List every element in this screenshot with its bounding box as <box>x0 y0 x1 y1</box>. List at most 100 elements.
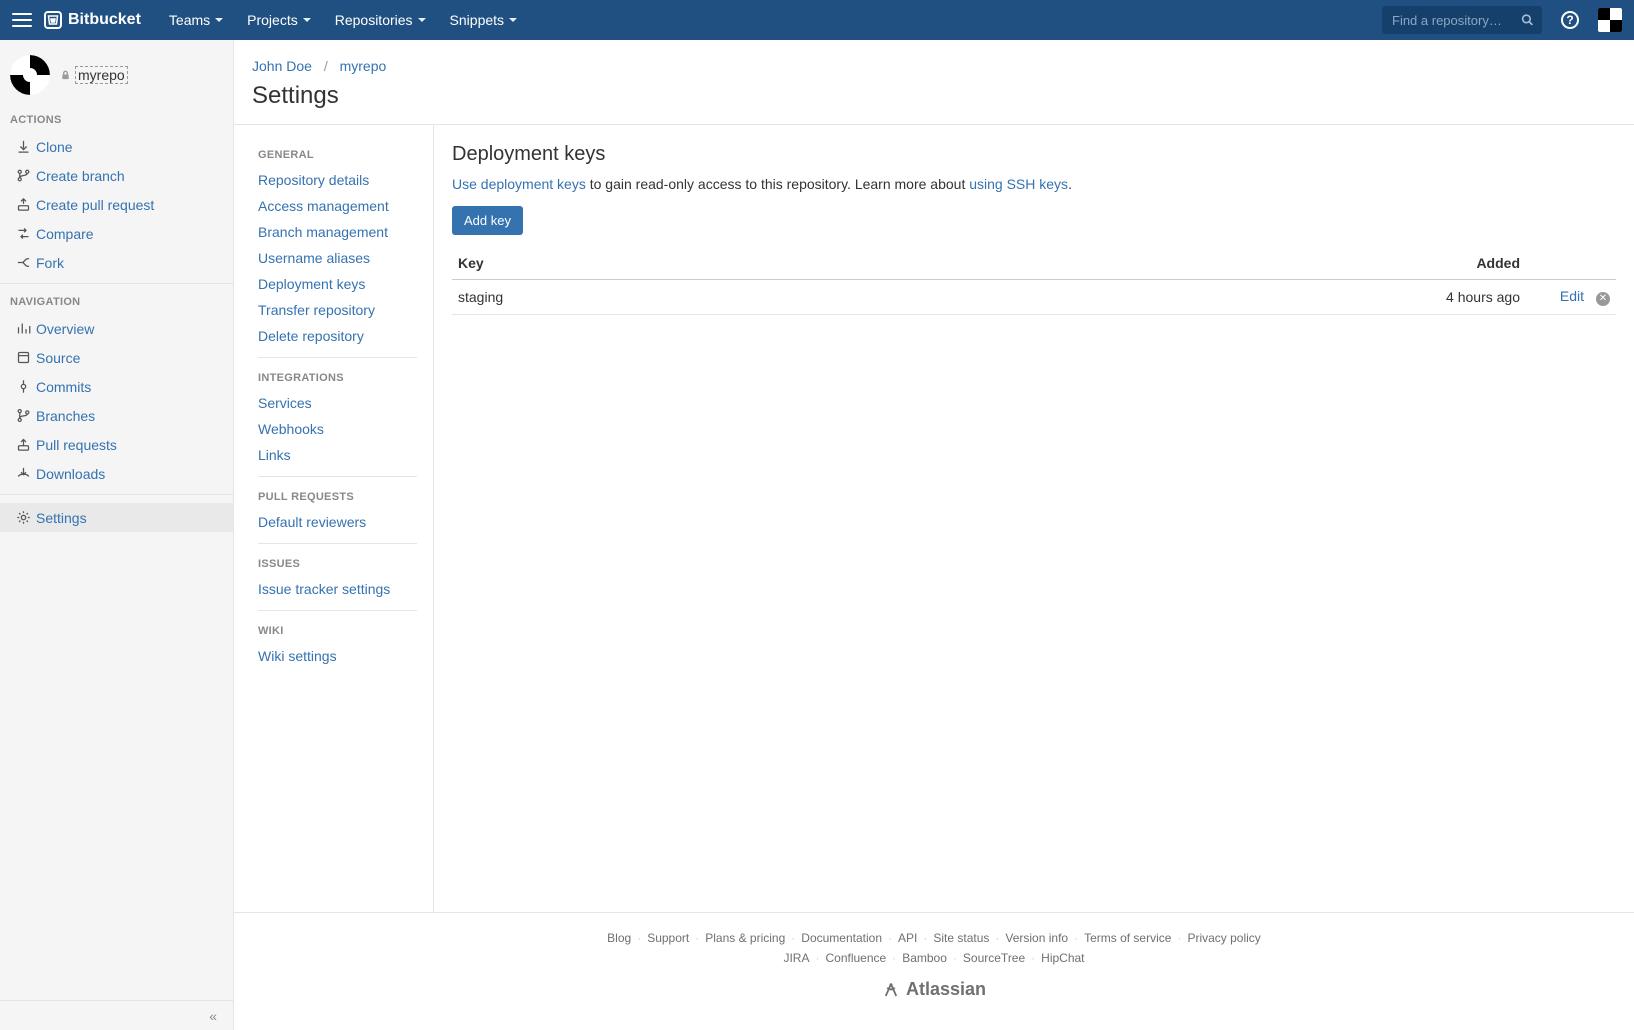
footer-link[interactable]: Blog <box>607 931 631 945</box>
settings-nav: GENERALRepository detailsAccess manageme… <box>234 125 434 912</box>
source-icon <box>10 350 36 365</box>
settings-nav-item[interactable]: Transfer repository <box>258 297 417 323</box>
footer-link[interactable]: Privacy policy <box>1187 931 1260 945</box>
settings-nav-heading: GENERAL <box>258 143 417 167</box>
settings-nav-item[interactable]: Username aliases <box>258 245 417 271</box>
sidebar-action-create-pr[interactable]: Create pull request <box>10 190 223 219</box>
page-title: Settings <box>252 82 1616 110</box>
settings-nav-item[interactable]: Webhooks <box>258 416 417 442</box>
search-icon[interactable] <box>1521 14 1534 27</box>
panel-title: Deployment keys <box>452 143 1616 166</box>
settings-nav-item[interactable]: Wiki settings <box>258 643 417 669</box>
topnav-snippets[interactable]: Snippets <box>440 0 527 40</box>
help-icon[interactable]: ? <box>1556 6 1584 34</box>
pull-request-create-icon <box>10 197 36 212</box>
sidebar-nav-overview[interactable]: Overview <box>10 314 223 343</box>
add-key-button[interactable]: Add key <box>452 206 523 235</box>
sidebar-nav-pull-requests[interactable]: Pull requests <box>10 430 223 459</box>
footer-link[interactable]: Support <box>647 931 689 945</box>
footer-link[interactable]: HipChat <box>1041 951 1084 965</box>
sidebar-action-create-branch[interactable]: Create branch <box>10 161 223 190</box>
delete-key-icon[interactable]: ✕ <box>1596 292 1610 306</box>
sidebar-navigation-heading: NAVIGATION <box>0 292 233 314</box>
lock-icon <box>60 69 71 81</box>
gear-icon <box>10 510 36 525</box>
branches-icon <box>10 408 36 423</box>
compare-icon <box>10 226 36 241</box>
fork-icon <box>10 255 36 270</box>
settings-nav-heading: WIKI <box>258 619 417 643</box>
sidebar-action-clone[interactable]: Clone <box>10 132 223 161</box>
settings-nav-item[interactable]: Repository details <box>258 167 417 193</box>
footer-link[interactable]: Site status <box>933 931 989 945</box>
chevron-down-icon <box>418 18 426 22</box>
topnav-teams[interactable]: Teams <box>159 0 233 40</box>
footer-link[interactable]: Terms of service <box>1084 931 1171 945</box>
bitbucket-icon <box>44 11 62 29</box>
footer-row-2: JIRA·Confluence·Bamboo·SourceTree·HipCha… <box>244 951 1624 965</box>
settings-nav-heading: ISSUES <box>258 552 417 576</box>
commits-icon <box>10 379 36 394</box>
footer-link[interactable]: API <box>898 931 917 945</box>
breadcrumb-repo[interactable]: myrepo <box>340 58 387 74</box>
sidebar-action-fork[interactable]: Fork <box>10 248 223 277</box>
footer-link[interactable]: Plans & pricing <box>705 931 785 945</box>
edit-key-link[interactable]: Edit <box>1560 288 1584 304</box>
collapse-sidebar-button[interactable]: « <box>0 1000 233 1030</box>
sidebar-nav-source[interactable]: Source <box>10 343 223 372</box>
settings-nav-item[interactable]: Branch management <box>258 219 417 245</box>
footer-link[interactable]: Documentation <box>801 931 882 945</box>
chevron-left-double-icon: « <box>209 1008 217 1024</box>
footer-link[interactable]: SourceTree <box>963 951 1025 965</box>
topbar: Bitbucket Teams Projects Repositories Sn… <box>0 0 1634 40</box>
footer-link[interactable]: Version info <box>1005 931 1068 945</box>
atlassian-brand[interactable]: Atlassian <box>244 979 1624 1000</box>
sidebar-action-compare[interactable]: Compare <box>10 219 223 248</box>
chevron-down-icon <box>215 18 223 22</box>
using-ssh-keys-link[interactable]: using SSH keys <box>969 176 1068 192</box>
settings-nav-item[interactable]: Access management <box>258 193 417 219</box>
menu-icon[interactable] <box>12 10 32 30</box>
settings-nav-item[interactable]: Links <box>258 442 417 468</box>
repo-avatar[interactable] <box>10 55 50 95</box>
footer: Blog·Support·Plans & pricing·Documentati… <box>234 912 1634 1030</box>
footer-link[interactable]: JIRA <box>783 951 809 965</box>
breadcrumb: John Doe / myrepo <box>252 58 1616 74</box>
sidebar-nav-branches[interactable]: Branches <box>10 401 223 430</box>
sidebar-actions: Clone Create branch Create pull request … <box>0 132 233 284</box>
settings-nav-item[interactable]: Deployment keys <box>258 271 417 297</box>
repo-name-link[interactable]: myrepo <box>75 66 128 84</box>
content-area: John Doe / myrepo Settings GENERALReposi… <box>234 40 1634 1030</box>
footer-link[interactable]: Bamboo <box>902 951 947 965</box>
page-header: John Doe / myrepo Settings <box>234 40 1634 125</box>
use-deployment-keys-link[interactable]: Use deployment keys <box>452 176 586 192</box>
panel-description: Use deployment keys to gain read-only ac… <box>452 176 1616 192</box>
user-avatar[interactable] <box>1598 8 1622 32</box>
sidebar-nav-commits[interactable]: Commits <box>10 372 223 401</box>
deployment-keys-panel: Deployment keys Use deployment keys to g… <box>434 125 1634 912</box>
brand-logo[interactable]: Bitbucket <box>44 11 141 29</box>
overview-icon <box>10 321 36 336</box>
settings-nav-item[interactable]: Issue tracker settings <box>258 576 417 602</box>
settings-nav-item[interactable]: Default reviewers <box>258 509 417 535</box>
brand-text: Bitbucket <box>68 11 141 29</box>
footer-link[interactable]: Confluence <box>825 951 886 965</box>
table-row: staging4 hours agoEdit✕ <box>452 280 1616 315</box>
settings-nav-item[interactable]: Delete repository <box>258 323 417 349</box>
col-key: Key <box>452 247 881 280</box>
sidebar-nav-settings[interactable]: Settings <box>0 503 233 532</box>
search-input[interactable] <box>1382 6 1542 34</box>
topnav-projects[interactable]: Projects <box>237 0 321 40</box>
pull-request-icon <box>10 437 36 452</box>
topnav-repositories[interactable]: Repositories <box>325 0 436 40</box>
settings-nav-heading: INTEGRATIONS <box>258 366 417 390</box>
sidebar-nav-downloads[interactable]: Downloads <box>10 459 223 488</box>
settings-nav-item[interactable]: Services <box>258 390 417 416</box>
search-wrap <box>1382 6 1542 34</box>
left-sidebar: myrepo ACTIONS Clone Create branch Creat… <box>0 40 234 1030</box>
sidebar-settings-group: Settings <box>0 503 233 532</box>
downloads-icon <box>10 466 36 481</box>
repo-header: myrepo <box>0 40 233 110</box>
key-added: 4 hours ago <box>881 280 1526 315</box>
breadcrumb-owner[interactable]: John Doe <box>252 58 312 74</box>
